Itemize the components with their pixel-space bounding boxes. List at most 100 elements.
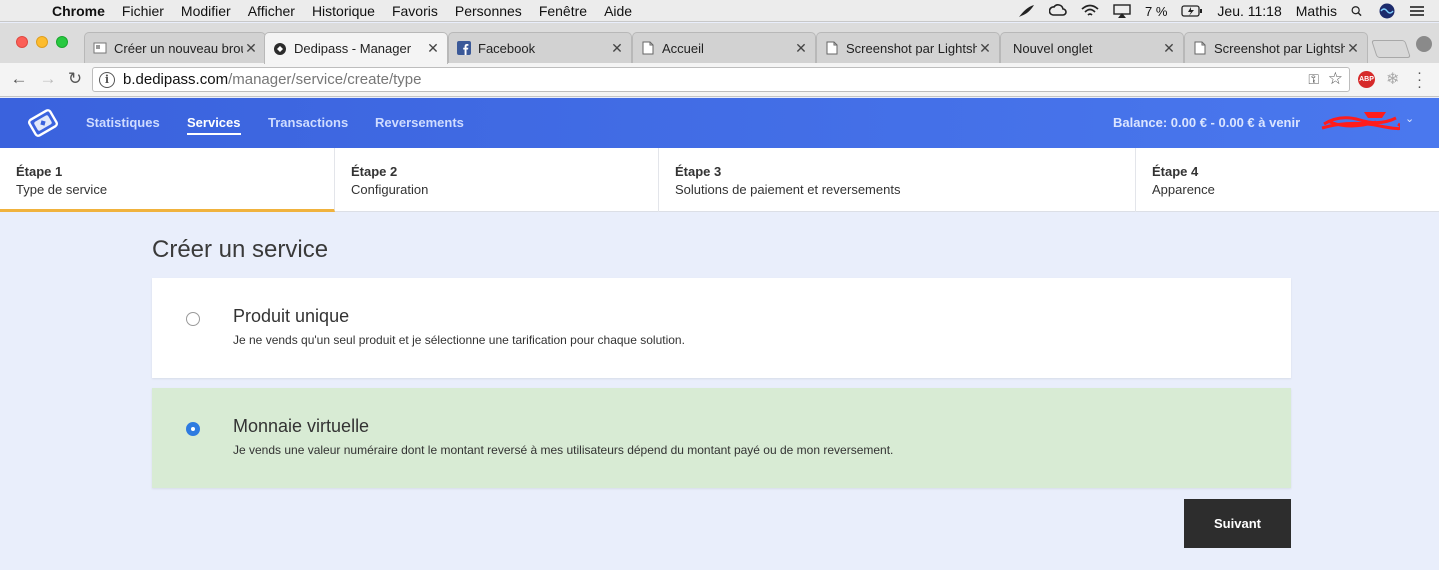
facebook-icon bbox=[457, 41, 471, 55]
nav-statistiques[interactable]: Statistiques bbox=[86, 115, 160, 130]
browser-tab-active[interactable]: Dedipass - Manager ✕ bbox=[264, 32, 448, 64]
close-tab-icon[interactable]: ✕ bbox=[243, 40, 259, 57]
new-tab-button[interactable] bbox=[1371, 40, 1411, 58]
snowflake-extension-icon[interactable]: ❄ bbox=[1386, 69, 1399, 89]
doc-icon bbox=[93, 41, 107, 55]
adblock-icon[interactable]: ABP bbox=[1358, 71, 1375, 88]
browser-toolbar: ← → ↻ i b.dedipass.com/manager/service/c… bbox=[0, 63, 1439, 97]
forward-arrow-icon[interactable]: → bbox=[37, 68, 59, 90]
menu-aide[interactable]: Aide bbox=[604, 3, 632, 19]
bookmark-star-icon[interactable]: ☆ bbox=[1328, 69, 1343, 89]
page-title: Créer un service bbox=[152, 236, 329, 263]
step-1[interactable]: Étape 1 Type de service bbox=[0, 148, 335, 212]
close-tab-icon[interactable]: ✕ bbox=[1345, 40, 1361, 57]
radio-monnaie-virtuelle[interactable] bbox=[186, 422, 200, 436]
step-label: Apparence bbox=[1152, 182, 1215, 197]
menu-app-name[interactable]: Chrome bbox=[52, 3, 105, 19]
option-description: Je vends une valeur numéraire dont le mo… bbox=[233, 443, 894, 457]
feather-icon[interactable] bbox=[1017, 4, 1035, 18]
tab-title: Screenshot par Lightsh bbox=[1214, 40, 1345, 56]
browser-tab[interactable]: Screenshot par Lightsh ✕ bbox=[816, 32, 1000, 63]
spotlight-search-icon[interactable] bbox=[1351, 4, 1365, 18]
creation-stepper: Étape 1 Type de service Étape 2 Configur… bbox=[0, 148, 1439, 212]
menu-afficher[interactable]: Afficher bbox=[248, 3, 295, 19]
step-number: Étape 2 bbox=[351, 164, 398, 179]
dedipass-icon bbox=[273, 42, 287, 56]
tab-title: Nouvel onglet bbox=[1013, 40, 1093, 56]
page-icon bbox=[1193, 41, 1207, 55]
nav-reversements[interactable]: Reversements bbox=[375, 115, 464, 130]
url-host: b.dedipass.com bbox=[123, 71, 229, 88]
nav-services[interactable]: Services bbox=[187, 115, 241, 135]
option-description: Je ne vends qu'un seul produit et je sél… bbox=[233, 333, 685, 347]
browser-tab[interactable]: Screenshot par Lightsh ✕ bbox=[1184, 32, 1368, 63]
browser-tab[interactable]: Facebook ✕ bbox=[448, 32, 632, 63]
step-number: Étape 3 bbox=[675, 164, 722, 179]
step-number: Étape 4 bbox=[1152, 164, 1199, 179]
tab-title: Facebook bbox=[478, 40, 536, 56]
page-icon bbox=[825, 41, 839, 55]
browser-menu-icon[interactable]: · · · bbox=[1417, 65, 1422, 94]
menu-historique[interactable]: Historique bbox=[312, 3, 375, 19]
battery-percent: 7 % bbox=[1145, 3, 1168, 19]
menu-favoris[interactable]: Favoris bbox=[392, 3, 438, 19]
zoom-window-button[interactable] bbox=[56, 36, 68, 48]
option-title: Produit unique bbox=[233, 306, 350, 326]
next-button[interactable]: Suivant bbox=[1184, 499, 1291, 548]
step-number: Étape 1 bbox=[16, 164, 63, 179]
key-icon[interactable]: ⚿ bbox=[1308, 71, 1319, 88]
option-produit-unique[interactable]: Produit unique Je ne vends qu'un seul pr… bbox=[152, 278, 1291, 378]
option-title: Monnaie virtuelle bbox=[233, 416, 370, 436]
radio-produit-unique[interactable] bbox=[186, 312, 200, 326]
page-icon bbox=[641, 41, 655, 55]
creative-cloud-icon[interactable] bbox=[1049, 4, 1067, 18]
url-path: /manager/service/create/type bbox=[228, 71, 422, 88]
step-label: Configuration bbox=[351, 182, 429, 197]
info-icon[interactable]: i bbox=[99, 71, 115, 88]
step-2[interactable]: Étape 2 Configuration bbox=[335, 148, 659, 212]
step-label: Solutions de paiement et reversements bbox=[675, 182, 901, 197]
option-monnaie-virtuelle[interactable]: Monnaie virtuelle Je vends une valeur nu… bbox=[152, 388, 1291, 488]
step-4[interactable]: Étape 4 Apparence bbox=[1136, 148, 1439, 212]
airplay-icon[interactable] bbox=[1113, 4, 1131, 18]
clock[interactable]: Jeu. 11:18 bbox=[1217, 3, 1281, 19]
browser-tab-strip: Créer un nouveau brou ✕ Dedipass - Manag… bbox=[0, 23, 1439, 64]
close-tab-icon[interactable]: ✕ bbox=[425, 40, 441, 57]
menu-fenetre[interactable]: Fenêtre bbox=[539, 3, 587, 19]
browser-tab[interactable]: Nouvel onglet ✕ bbox=[1000, 32, 1184, 63]
close-tab-icon[interactable]: ✕ bbox=[609, 40, 625, 57]
menu-fichier[interactable]: Fichier bbox=[122, 3, 164, 19]
close-tab-icon[interactable]: ✕ bbox=[977, 40, 993, 57]
reload-icon[interactable]: ↻ bbox=[64, 68, 86, 90]
step-3[interactable]: Étape 3 Solutions de paiement et reverse… bbox=[659, 148, 1136, 212]
siri-icon[interactable] bbox=[1379, 3, 1395, 19]
close-tab-icon[interactable]: ✕ bbox=[793, 40, 809, 57]
battery-icon[interactable] bbox=[1181, 4, 1203, 18]
chevron-down-icon[interactable]: ⌄ bbox=[1405, 112, 1414, 125]
menu-personnes[interactable]: Personnes bbox=[455, 3, 522, 19]
profile-avatar-icon[interactable] bbox=[1416, 36, 1432, 52]
browser-tab[interactable]: Accueil ✕ bbox=[632, 32, 816, 63]
close-tab-icon[interactable]: ✕ bbox=[1161, 40, 1177, 57]
browser-tab[interactable]: Créer un nouveau brou ✕ bbox=[84, 32, 266, 63]
tab-title: Créer un nouveau brou bbox=[114, 40, 243, 56]
macos-menubar: Chrome Fichier Modifier Afficher Histori… bbox=[0, 0, 1439, 22]
wifi-icon[interactable] bbox=[1081, 4, 1099, 18]
tab-title: Dedipass - Manager bbox=[294, 41, 412, 56]
minimize-window-button[interactable] bbox=[36, 36, 48, 48]
close-window-button[interactable] bbox=[16, 36, 28, 48]
nav-transactions[interactable]: Transactions bbox=[268, 115, 348, 130]
dedipass-logo-icon[interactable] bbox=[24, 106, 62, 140]
window-controls bbox=[16, 36, 76, 48]
menu-modifier[interactable]: Modifier bbox=[181, 3, 231, 19]
tab-title: Screenshot par Lightsh bbox=[846, 40, 977, 56]
step-label: Type de service bbox=[16, 182, 108, 197]
redacted-user-name[interactable] bbox=[1320, 106, 1400, 136]
balance-text: Balance: 0.00 € - 0.00 € à venir bbox=[1113, 115, 1301, 130]
back-arrow-icon[interactable]: ← bbox=[8, 68, 30, 90]
menubar-user[interactable]: Mathis bbox=[1296, 3, 1337, 19]
address-bar[interactable]: i b.dedipass.com/manager/service/create/… bbox=[92, 67, 1350, 92]
tab-title: Accueil bbox=[662, 40, 704, 56]
notification-center-icon[interactable] bbox=[1409, 4, 1425, 18]
app-header: Statistiques Services Transactions Rever… bbox=[0, 98, 1439, 148]
